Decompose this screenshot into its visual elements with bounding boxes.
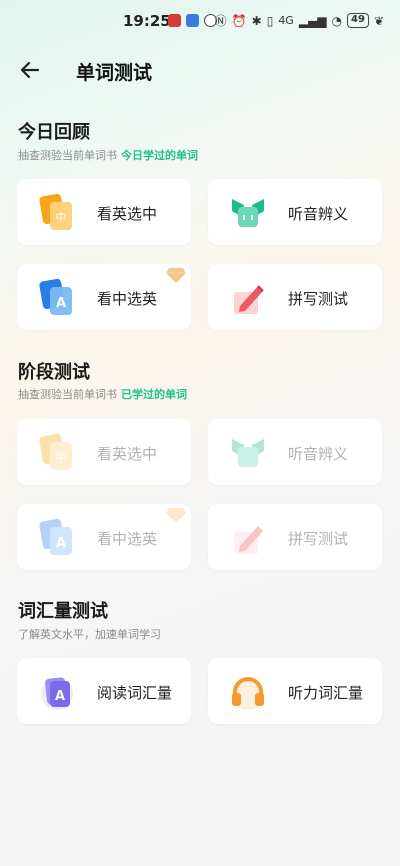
card-listen[interactable]: 听音辨义 xyxy=(208,179,382,245)
red-pencil-icon xyxy=(234,526,263,554)
svg-text:中: 中 xyxy=(56,451,67,464)
orange-cards-icon: 中 xyxy=(39,193,72,230)
orange-cards-icon: 中 xyxy=(39,433,72,470)
card-listen-disabled: 听音辨义 xyxy=(208,419,382,485)
card-label: 看中选英 xyxy=(97,530,158,548)
card-spell-disabled: 拼写测试 xyxy=(208,504,382,570)
card-label: 听音辨义 xyxy=(288,205,349,223)
svg-text:A: A xyxy=(55,689,65,704)
card-label: 拼写测试 xyxy=(288,530,349,548)
svg-text:A: A xyxy=(56,536,66,551)
section-title-vocab: 词汇量测试 xyxy=(18,601,108,622)
card-en-to-cn-disabled: 中 看英选中 xyxy=(17,419,191,485)
app-notification-icon xyxy=(186,14,199,27)
app-notification-icon xyxy=(168,14,181,27)
card-listening-vocab[interactable]: 听力词汇量 xyxy=(208,658,382,724)
status-time: 19:25 xyxy=(123,12,171,30)
card-cn-to-en-disabled: A 看中选英 xyxy=(17,504,191,570)
purple-book-icon: A xyxy=(41,677,73,710)
card-label: 看中选英 xyxy=(97,290,158,308)
orange-headphones-icon xyxy=(232,677,264,710)
alarm-icon: ⏰ xyxy=(231,13,247,28)
nfc-icon: Ⓝ xyxy=(214,14,227,28)
page-title: 单词测试 xyxy=(76,62,153,84)
svg-text:中: 中 xyxy=(56,211,67,224)
blue-cards-icon: A xyxy=(39,518,72,555)
svg-text:A: A xyxy=(56,296,66,311)
wifi-icon: ◔ xyxy=(331,13,343,28)
card-cn-to-en[interactable]: A 看中选英 xyxy=(17,264,191,330)
card-label: 听力词汇量 xyxy=(288,684,364,702)
status-bar: 19:25 Ⓝ ⏰ ✱ ▯ 4G ▂▄▆ ◔ 49 ❦ xyxy=(0,0,400,42)
battery-icon: 49 xyxy=(347,13,369,28)
card-label: 看英选中 xyxy=(97,205,158,223)
vibrate-icon: ▯ xyxy=(266,13,274,28)
signal-icon: ▂▄▆ xyxy=(298,13,327,28)
section-sub-review: 抽查测验当前单词书 今日学过的单词 xyxy=(18,149,198,162)
green-bow-icon xyxy=(232,439,264,467)
system-icons: Ⓝ ⏰ ✱ ▯ 4G ▂▄▆ ◔ 49 ❦ xyxy=(215,12,384,29)
section-title-stage: 阶段测试 xyxy=(18,362,90,383)
green-bow-icon xyxy=(232,199,264,227)
section-sub-vocab: 了解英文水平，加速单词学习 xyxy=(18,628,161,641)
card-reading-vocab[interactable]: A 阅读词汇量 xyxy=(17,658,191,724)
bluetooth-icon: ✱ xyxy=(251,13,262,28)
card-label: 听音辨义 xyxy=(288,445,349,463)
card-spell[interactable]: 拼写测试 xyxy=(208,264,382,330)
diamond-icon xyxy=(166,508,186,523)
red-pencil-icon xyxy=(234,285,264,314)
card-label: 拼写测试 xyxy=(288,290,349,308)
card-label: 看英选中 xyxy=(97,445,158,463)
section-title-review: 今日回顾 xyxy=(18,122,90,143)
back-arrow-icon[interactable] xyxy=(18,58,42,82)
leaf-icon: ❦ xyxy=(373,13,384,28)
card-label: 阅读词汇量 xyxy=(97,684,173,702)
section-sub-stage: 抽查测验当前单词书 已学过的单词 xyxy=(18,388,187,401)
card-en-to-cn[interactable]: 中 看英选中 xyxy=(17,179,191,245)
diamond-icon xyxy=(166,268,186,283)
blue-cards-icon: A xyxy=(39,278,72,315)
network-label: 4G xyxy=(278,14,294,27)
